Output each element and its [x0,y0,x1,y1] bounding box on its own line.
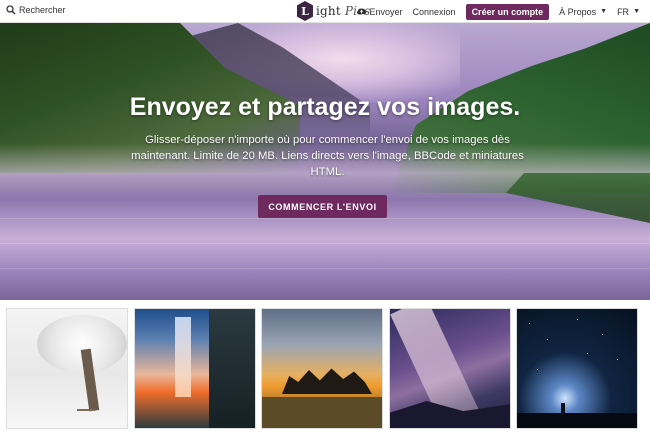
star [602,334,603,335]
search-button[interactable]: Rechercher [6,5,66,15]
start-upload-button-label: COMMENCER L'ENVOI [268,201,377,212]
login-link-label: Connexion [412,6,456,17]
language-menu[interactable]: FR ▼ [617,7,640,17]
hero-description: Glisser-déposer n'importe où pour commen… [131,134,524,178]
ground [262,397,382,428]
star [547,339,548,340]
gallery-thumbnail[interactable] [389,308,511,429]
star [577,319,578,320]
tree-silhouettes [282,368,372,394]
star [617,359,618,360]
star [537,369,538,370]
gallery-thumbnail[interactable] [6,308,128,429]
lake-ripple [0,268,650,269]
lake-ripple [0,218,650,219]
cloud-upload-icon [356,6,367,17]
language-menu-label: FR [617,6,630,17]
star [587,353,588,354]
caret-down-icon: ▼ [600,8,608,15]
logo-text-main: ight [316,4,341,18]
about-menu[interactable]: À Propos ▼ [559,7,607,17]
upload-link[interactable]: Envoyer [356,6,403,17]
logo-letter: L [301,5,309,18]
star [529,323,530,324]
search-label: Rechercher [19,5,66,15]
person-silhouette [561,403,565,415]
logo-mark-icon: L [297,1,313,21]
gallery-thumbnail[interactable] [261,308,383,429]
signup-button[interactable]: Créer un compte [465,3,550,20]
about-menu-label: À Propos [559,6,597,17]
image-gallery [0,300,650,437]
caret-down-icon: ▼ [633,8,640,15]
hero-title: Envoyez et partagez vos images. [129,93,521,121]
login-link[interactable]: Connexion [413,7,456,17]
gallery-thumbnail[interactable] [516,308,638,429]
signup-button-label: Créer un compte [471,6,544,17]
rock-wall [209,309,255,428]
waterfall [175,317,191,397]
top-navigation-bar: Rechercher L ight Pics Envoyer Connexion… [0,0,650,23]
lake-ripple [0,243,650,244]
hero-banner: Envoyez et partagez vos images. Glisser-… [0,23,650,300]
upload-link-label: Envoyer [369,6,403,17]
bench [77,409,95,417]
nav-right: Envoyer Connexion Créer un compte À Prop… [356,0,640,23]
gallery-thumbnail[interactable] [134,308,256,429]
start-upload-button[interactable]: COMMENCER L'ENVOI [258,195,387,218]
search-icon [6,5,16,15]
ground [517,413,637,428]
